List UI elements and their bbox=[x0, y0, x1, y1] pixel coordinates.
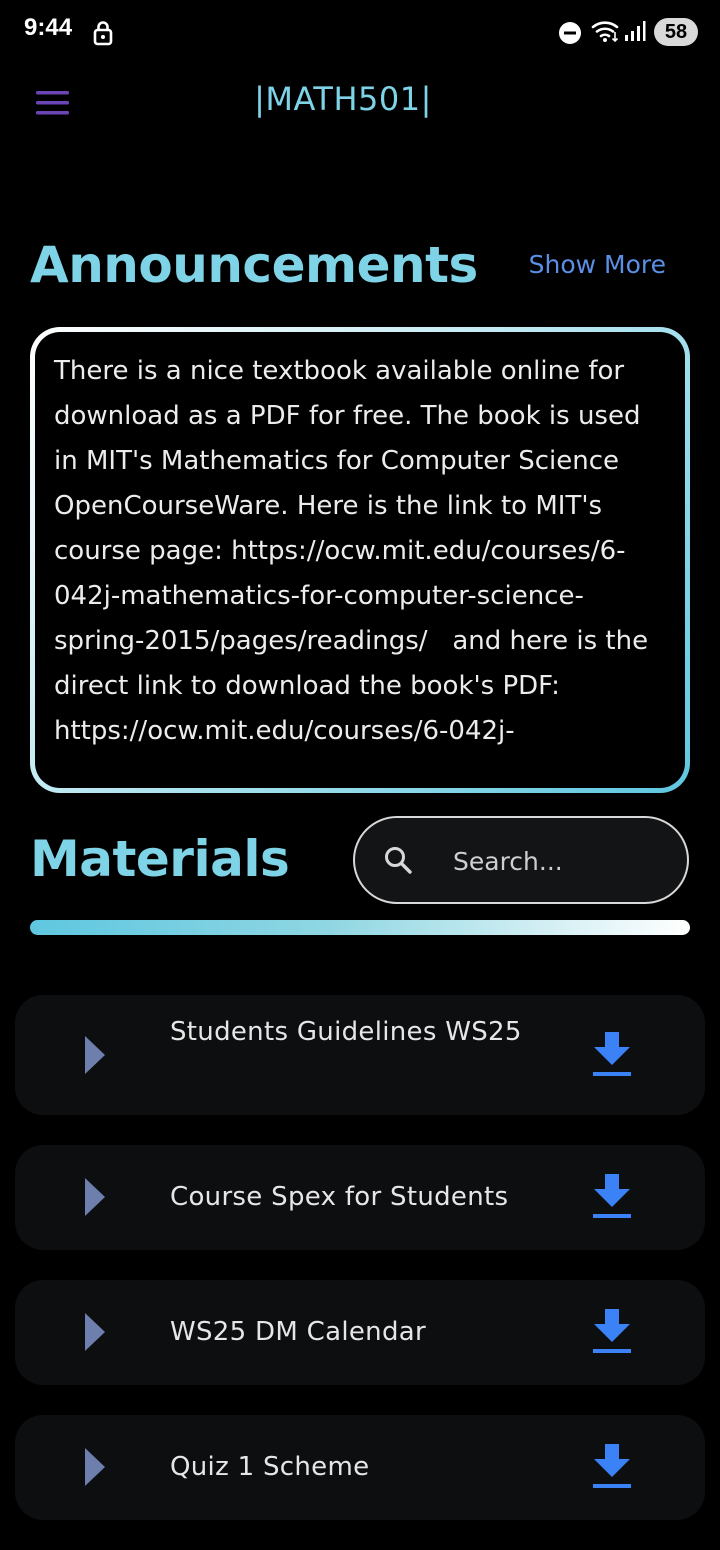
material-item[interactable]: Course Spex for Students bbox=[15, 1145, 705, 1250]
announcement-card: There is a nice textbook available onlin… bbox=[30, 327, 690, 793]
signal-icon bbox=[625, 21, 646, 41]
material-item[interactable]: Quiz 1 Scheme bbox=[15, 1415, 705, 1520]
download-icon[interactable] bbox=[591, 1030, 633, 1078]
page-title: |MATH501| bbox=[254, 80, 432, 118]
materials-heading: Materials bbox=[30, 830, 290, 888]
materials-list: Students Guidelines WS25 Course Spex for… bbox=[15, 995, 705, 1550]
material-title: Course Spex for Students bbox=[170, 1182, 509, 1212]
do-not-disturb-icon bbox=[559, 22, 581, 44]
material-item[interactable]: Students Guidelines WS25 bbox=[15, 995, 705, 1115]
wifi-icon bbox=[591, 21, 619, 43]
show-more-link[interactable]: Show More bbox=[529, 250, 666, 279]
gradient-divider bbox=[30, 920, 690, 935]
search-box[interactable] bbox=[353, 816, 689, 904]
battery-indicator: 58 bbox=[654, 18, 698, 46]
download-icon[interactable] bbox=[591, 1442, 633, 1490]
lock-icon bbox=[93, 21, 113, 46]
material-title: Students Guidelines WS25 bbox=[170, 1017, 522, 1047]
download-icon[interactable] bbox=[591, 1307, 633, 1355]
announcements-heading: Announcements bbox=[30, 236, 478, 294]
announcement-card-inner: There is a nice textbook available onlin… bbox=[35, 332, 685, 788]
announcement-text: There is a nice textbook available onlin… bbox=[54, 356, 657, 746]
material-title: WS25 DM Calendar bbox=[170, 1317, 426, 1347]
status-bar: 9:44 58 bbox=[0, 0, 720, 64]
material-title: Quiz 1 Scheme bbox=[170, 1452, 370, 1482]
expand-arrow-icon[interactable] bbox=[84, 1035, 106, 1075]
search-icon bbox=[385, 847, 412, 874]
expand-arrow-icon[interactable] bbox=[84, 1447, 106, 1487]
expand-arrow-icon[interactable] bbox=[84, 1312, 106, 1352]
expand-arrow-icon[interactable] bbox=[84, 1177, 106, 1217]
status-time: 9:44 bbox=[24, 14, 73, 41]
download-icon[interactable] bbox=[591, 1172, 633, 1220]
search-input[interactable] bbox=[451, 838, 665, 884]
material-item[interactable]: WS25 DM Calendar bbox=[15, 1280, 705, 1385]
